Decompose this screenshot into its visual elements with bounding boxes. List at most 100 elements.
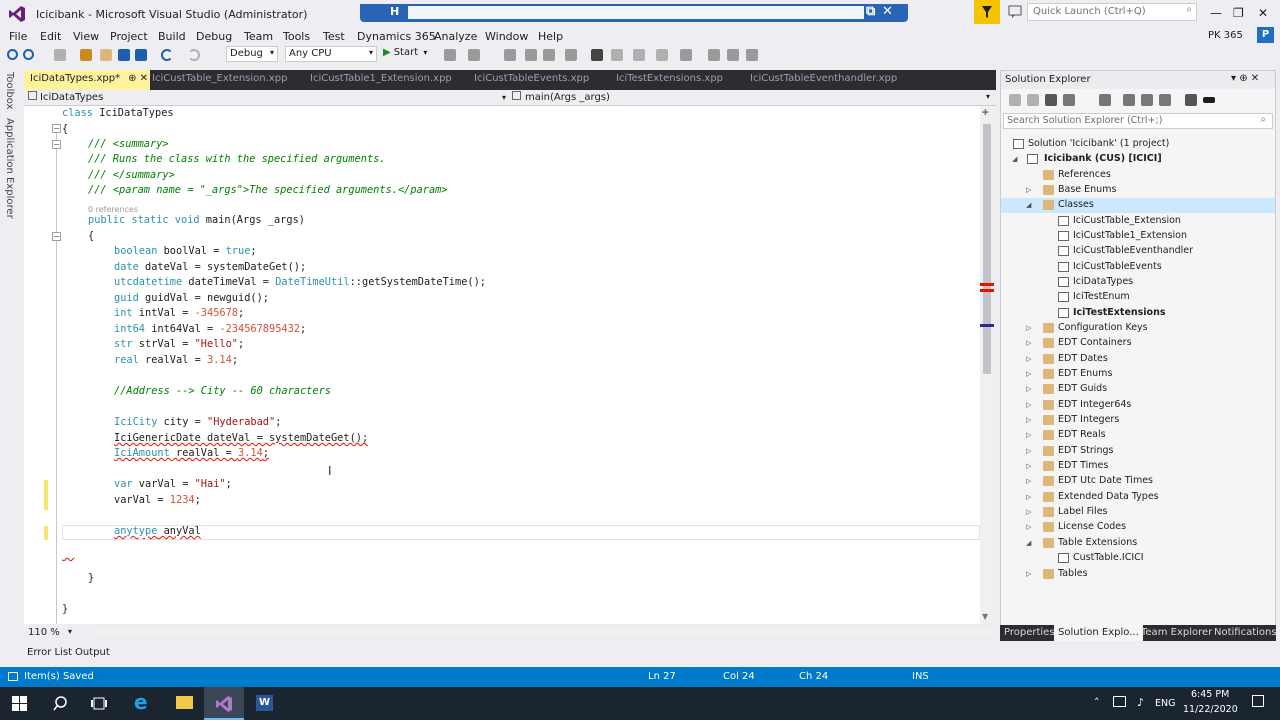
input-language[interactable]: ENG bbox=[1155, 698, 1175, 709]
expanded-arrow-icon[interactable]: ◢ bbox=[1026, 539, 1031, 547]
expanded-arrow-icon[interactable]: ◢ bbox=[1026, 201, 1031, 209]
properties-wrench-icon[interactable] bbox=[1185, 94, 1197, 106]
action-center-icon[interactable] bbox=[1252, 695, 1264, 707]
tree-item-folder[interactable]: ▷ EDT Strings bbox=[1001, 444, 1275, 459]
code-editor[interactable]: − − − class IciDataTypes { /// <summary>… bbox=[24, 106, 980, 624]
home-icon[interactable] bbox=[1045, 94, 1057, 106]
visual-studio-app[interactable] bbox=[204, 687, 244, 720]
tab-properties[interactable]: Properties bbox=[1000, 625, 1059, 641]
tree-item-folder[interactable]: ▷ License Codes bbox=[1001, 520, 1275, 535]
remote-restore-icon[interactable]: ⧉ bbox=[866, 4, 875, 19]
menu-team[interactable]: Team bbox=[244, 30, 273, 43]
open-file-icon[interactable] bbox=[80, 49, 92, 61]
tree-item-folder[interactable]: ▷ EDT Guids bbox=[1001, 382, 1275, 397]
remote-close-icon[interactable]: ✕ bbox=[882, 4, 893, 19]
start-button[interactable]: ▶ Start ▾ bbox=[383, 47, 427, 58]
tree-item-class[interactable]: IciCustTable1_Extension bbox=[1001, 229, 1275, 244]
menu-file[interactable]: File bbox=[9, 30, 27, 43]
chevron-down-icon[interactable]: ▾ bbox=[68, 627, 72, 636]
collapse-toggle-icon[interactable]: − bbox=[52, 124, 61, 133]
next-bookmark-icon[interactable] bbox=[633, 49, 645, 61]
back-icon[interactable] bbox=[1009, 94, 1021, 106]
toolbar-tool-icon[interactable] bbox=[525, 49, 537, 61]
application-explorer-tab[interactable]: Application Explorer bbox=[4, 118, 15, 219]
toolbar-tool-icon[interactable] bbox=[543, 49, 555, 61]
menu-help[interactable]: Help bbox=[538, 30, 563, 43]
toolbar-tool-icon[interactable] bbox=[727, 49, 739, 61]
tree-item-references[interactable]: References bbox=[1001, 168, 1275, 183]
open-folder-icon[interactable] bbox=[100, 49, 112, 61]
save-all-icon[interactable] bbox=[135, 49, 147, 61]
collapsed-arrow-icon[interactable]: ▷ bbox=[1026, 477, 1031, 485]
tab-icitestextensions[interactable]: IciTestExtensions.xpp bbox=[610, 70, 729, 90]
forward-icon[interactable] bbox=[23, 49, 34, 60]
collapsed-arrow-icon[interactable]: ▷ bbox=[1026, 447, 1031, 455]
pending-changes-icon[interactable] bbox=[1099, 94, 1111, 106]
tree-item-folder[interactable]: ▷ EDT Enums bbox=[1001, 367, 1275, 382]
collapse-toggle-icon[interactable]: − bbox=[52, 140, 61, 149]
tree-item-class[interactable]: IciTestEnum bbox=[1001, 290, 1275, 305]
configuration-select[interactable]: Debug ▾ bbox=[226, 46, 278, 62]
maximize-button[interactable]: ❐ bbox=[1233, 6, 1244, 20]
zoom-level[interactable]: 110 % bbox=[28, 627, 60, 638]
tab-notifications[interactable]: Notifications bbox=[1210, 625, 1280, 641]
account-name[interactable]: PK 365 bbox=[1208, 30, 1243, 41]
undo-icon[interactable] bbox=[161, 49, 173, 61]
tree-item-class[interactable]: IciCustTable_Extension bbox=[1001, 214, 1275, 229]
tree-item-folder[interactable]: ▷ EDT Dates bbox=[1001, 352, 1275, 367]
minimize-button[interactable]: — bbox=[1210, 6, 1222, 20]
references-codelens[interactable]: 0 references bbox=[88, 205, 138, 214]
collapsed-arrow-icon[interactable]: ▷ bbox=[1026, 385, 1031, 393]
new-project-icon[interactable] bbox=[54, 49, 66, 61]
tree-item-folder[interactable]: ▷ EDT Times bbox=[1001, 459, 1275, 474]
toolbar-tool-icon[interactable] bbox=[708, 49, 720, 61]
platform-select[interactable]: Any CPU ▾ bbox=[285, 46, 377, 62]
collapsed-arrow-icon[interactable]: ▷ bbox=[1026, 355, 1031, 363]
panel-controls-icon[interactable]: ▾ ⊕ ✕ bbox=[1231, 73, 1259, 84]
collapsed-arrow-icon[interactable]: ▷ bbox=[1026, 493, 1031, 501]
tree-item-class[interactable]: IciCustTableEvents bbox=[1001, 260, 1275, 275]
tree-item-folder[interactable]: ▷ Extended Data Types bbox=[1001, 490, 1275, 505]
scroll-down-icon[interactable]: ▼ bbox=[982, 612, 988, 621]
tree-item-solution[interactable]: Solution 'Icicibank' (1 project) bbox=[1001, 137, 1275, 152]
tab-solution-explorer[interactable]: Solution Explo... bbox=[1054, 625, 1143, 641]
collapse-toggle-icon[interactable]: − bbox=[52, 232, 61, 241]
collapsed-arrow-icon[interactable]: ▷ bbox=[1026, 570, 1031, 578]
windows-start-icon[interactable] bbox=[12, 696, 27, 711]
menu-dynamics-365[interactable]: Dynamics 365 bbox=[357, 30, 436, 43]
tree-item-base-enums[interactable]: ▷ Base Enums bbox=[1001, 183, 1275, 198]
switch-views-icon[interactable] bbox=[1063, 94, 1075, 106]
tree-item-folder[interactable]: ▷ EDT Integers bbox=[1001, 413, 1275, 428]
refresh-icon[interactable] bbox=[1141, 94, 1153, 106]
toolbar-tool-icon[interactable] bbox=[468, 49, 480, 61]
avatar[interactable]: P bbox=[1257, 27, 1274, 43]
collapsed-arrow-icon[interactable]: ▷ bbox=[1026, 186, 1031, 194]
editor-horizontal-scrollbar[interactable] bbox=[96, 628, 996, 637]
tree-item-folder[interactable]: ▷ Configuration Keys bbox=[1001, 321, 1275, 336]
tree-item-folder[interactable]: ▷ EDT Containers bbox=[1001, 336, 1275, 351]
expanded-arrow-icon[interactable]: ◢ bbox=[1012, 155, 1017, 163]
collapsed-arrow-icon[interactable]: ▷ bbox=[1026, 416, 1031, 424]
volume-icon[interactable]: ♪ bbox=[1137, 696, 1144, 709]
menu-debug[interactable]: Debug bbox=[196, 30, 232, 43]
network-icon[interactable] bbox=[1113, 696, 1126, 707]
scrollbar-thumb[interactable] bbox=[983, 124, 991, 374]
tab-icicusttable1-extension[interactable]: IciCustTable1_Extension.xpp bbox=[304, 70, 458, 90]
tree-item-folder[interactable]: ▷ Tables bbox=[1001, 567, 1275, 582]
internet-explorer-app[interactable]: e bbox=[124, 687, 164, 720]
tree-item-project[interactable]: ◢ Icicibank (CUS) [ICICI] bbox=[1001, 152, 1275, 167]
chevron-down-icon[interactable]: ▾ bbox=[986, 92, 990, 101]
search-icon[interactable] bbox=[53, 696, 68, 711]
collapsed-arrow-icon[interactable]: ▷ bbox=[1026, 462, 1031, 470]
feedback-icon[interactable] bbox=[1008, 5, 1022, 19]
prev-bookmark-icon[interactable] bbox=[611, 49, 623, 61]
bookmark-icon[interactable] bbox=[591, 49, 603, 61]
clear-bookmarks-icon[interactable] bbox=[656, 49, 668, 61]
collapsed-arrow-icon[interactable]: ▷ bbox=[1026, 431, 1031, 439]
chevron-up-icon[interactable]: ˄ bbox=[1094, 696, 1100, 709]
clock-date[interactable]: 11/22/2020 bbox=[1183, 704, 1238, 715]
tab-output[interactable]: Output bbox=[75, 647, 110, 658]
back-icon[interactable] bbox=[7, 49, 18, 60]
word-app[interactable]: W bbox=[244, 687, 284, 720]
editor-vertical-scrollbar[interactable]: ✚ ▼ bbox=[980, 106, 994, 624]
